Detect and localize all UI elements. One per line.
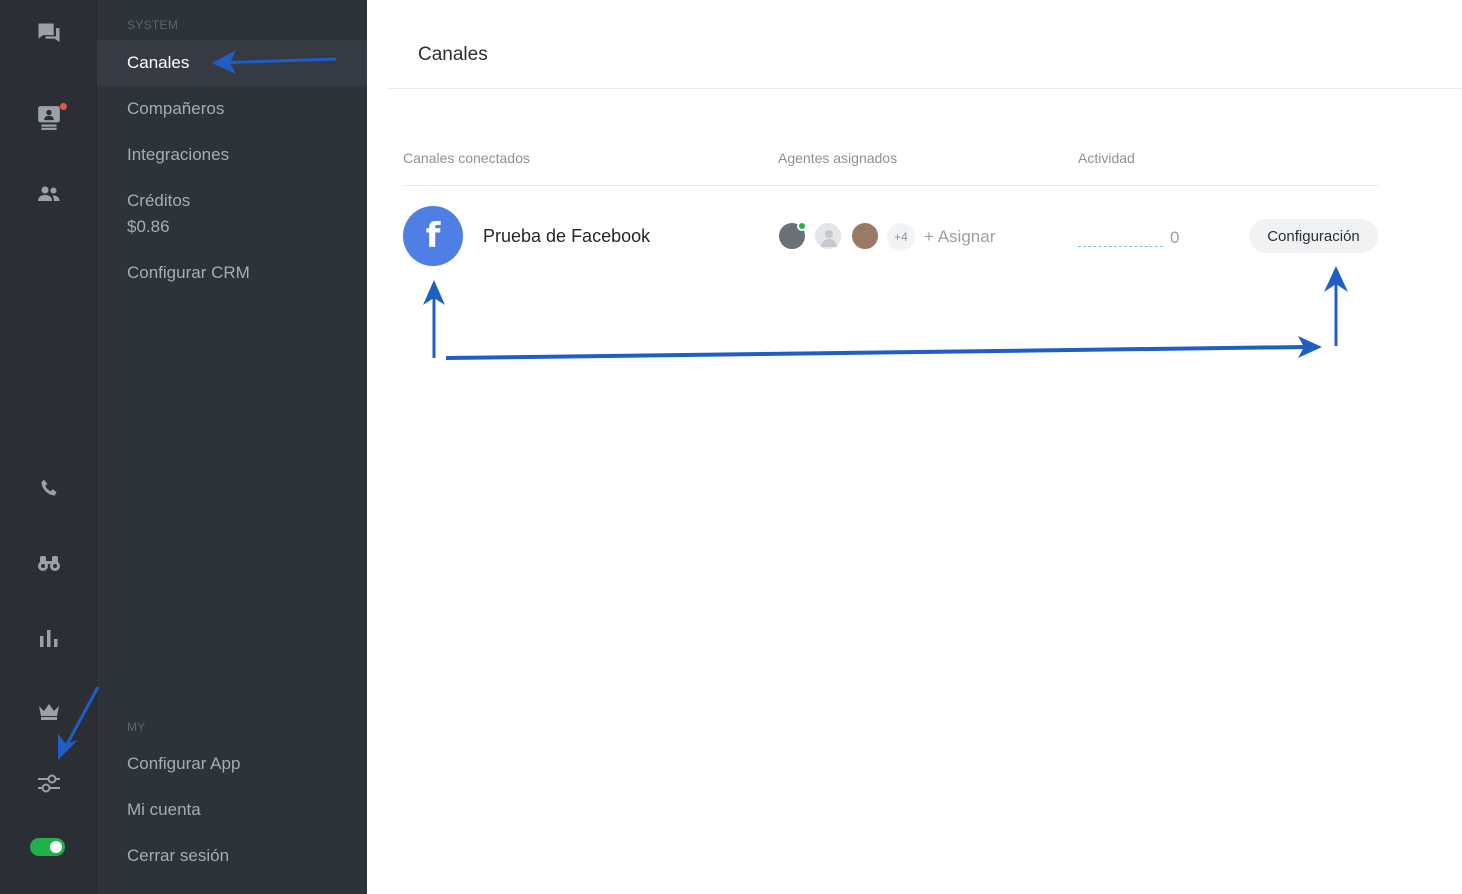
header-divider	[387, 88, 1462, 89]
menu-item-label: Configurar App	[127, 754, 241, 773]
toggle-knob	[50, 841, 62, 853]
menu-item-cerrar-sesion[interactable]: Cerrar sesión	[97, 846, 367, 866]
column-header-actividad: Actividad	[1078, 150, 1135, 166]
menu-item-integraciones[interactable]: Integraciones	[97, 145, 367, 165]
activity-value: 0	[1170, 228, 1180, 247]
menu-item-configurar-app[interactable]: Configurar App	[97, 754, 367, 774]
sliders-icon[interactable]	[0, 764, 97, 804]
section-label-system: SYSTEM	[127, 18, 179, 32]
activity-sparkline	[1078, 246, 1163, 247]
assign-agent-link[interactable]: + Asignar	[924, 227, 995, 247]
bar-chart-icon[interactable]	[0, 618, 97, 658]
agent-avatar[interactable]	[850, 221, 880, 251]
binoculars-icon[interactable]	[0, 543, 97, 583]
main-content: Canales Canales conectados Agentes asign…	[387, 0, 1462, 894]
column-header-agentes: Agentes asignados	[778, 150, 898, 166]
facebook-glyph: f	[425, 216, 441, 256]
more-agents-badge[interactable]: +4	[887, 223, 915, 251]
channel-name[interactable]: Prueba de Facebook	[483, 226, 650, 247]
menu-item-label: Créditos	[127, 191, 191, 210]
menu-item-label: Cerrar sesión	[127, 846, 230, 865]
phone-icon[interactable]	[0, 468, 97, 508]
agent-avatar-placeholder[interactable]	[813, 221, 843, 251]
section-label-my: MY	[127, 720, 146, 734]
menu-item-label: Mi cuenta	[127, 800, 201, 819]
table-header-divider	[403, 185, 1378, 186]
facebook-icon[interactable]: f	[403, 206, 463, 266]
monitor-user-icon[interactable]	[0, 98, 97, 138]
status-toggle[interactable]	[30, 838, 65, 856]
credits-balance: $0.86	[127, 217, 170, 236]
people-icon[interactable]	[0, 174, 97, 214]
menu-item-canales[interactable]: Canales	[97, 40, 367, 86]
online-indicator	[797, 221, 807, 231]
user-placeholder-icon	[825, 230, 833, 238]
agent-avatar[interactable]	[777, 221, 807, 251]
settings-menu: SYSTEM Canales Compañeros Integraciones …	[97, 0, 367, 894]
menu-item-label: Configurar CRM	[127, 263, 250, 282]
chat-icon[interactable]	[0, 14, 97, 54]
notification-dot	[60, 103, 67, 110]
icon-rail	[0, 0, 97, 894]
configuration-button[interactable]: Configuración	[1249, 219, 1378, 253]
menu-item-companeros[interactable]: Compañeros	[97, 99, 367, 119]
menu-item-mi-cuenta[interactable]: Mi cuenta	[97, 800, 367, 820]
crown-icon[interactable]	[0, 692, 97, 732]
menu-item-label: Integraciones	[127, 145, 230, 164]
menu-item-label: Compañeros	[127, 99, 225, 118]
menu-item-configurar-crm[interactable]: Configurar CRM	[97, 263, 367, 283]
menu-item-creditos[interactable]: Créditos $0.86	[97, 191, 367, 237]
menu-item-label: Canales	[127, 53, 190, 72]
page-title: Canales	[418, 44, 488, 65]
column-header-canales: Canales conectados	[403, 150, 530, 166]
